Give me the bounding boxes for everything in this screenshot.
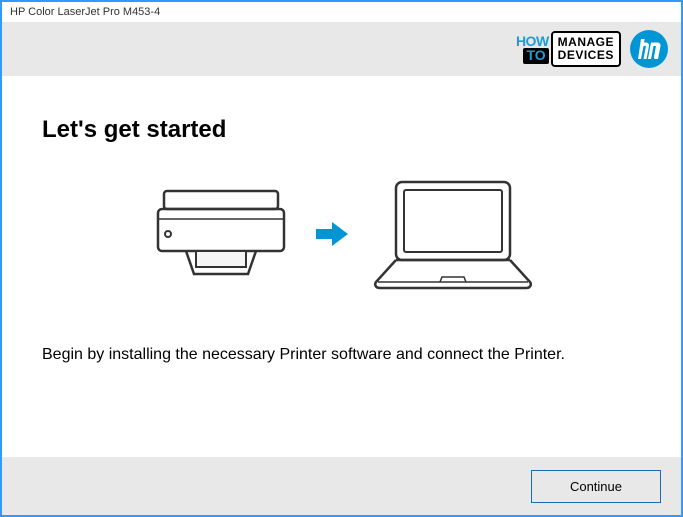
continue-button[interactable]: Continue [531, 470, 661, 503]
watermark-right: MANAGE DEVICES [551, 31, 621, 67]
arrow-right-icon [316, 220, 348, 248]
printer-icon [146, 179, 296, 289]
watermark-left: HOW TO [516, 31, 551, 67]
window-title: HP Color LaserJet Pro M453-4 [10, 6, 160, 18]
hp-logo-icon [629, 29, 669, 69]
page-heading: Let's get started [42, 116, 641, 144]
watermark-to: TO [523, 48, 548, 63]
illustration-row [42, 174, 641, 294]
header-band: HOW TO MANAGE DEVICES [2, 22, 681, 76]
watermark-badge: HOW TO MANAGE DEVICES [516, 31, 621, 67]
laptop-icon [368, 174, 538, 294]
footer-band: Continue [2, 457, 681, 515]
window-title-bar: HP Color LaserJet Pro M453-4 [2, 2, 681, 22]
instruction-text: Begin by installing the necessary Printe… [42, 344, 641, 366]
main-content: Let's get started Begin by installing th… [2, 76, 681, 386]
watermark-how: HOW [516, 34, 549, 48]
watermark-devices: DEVICES [558, 49, 614, 62]
